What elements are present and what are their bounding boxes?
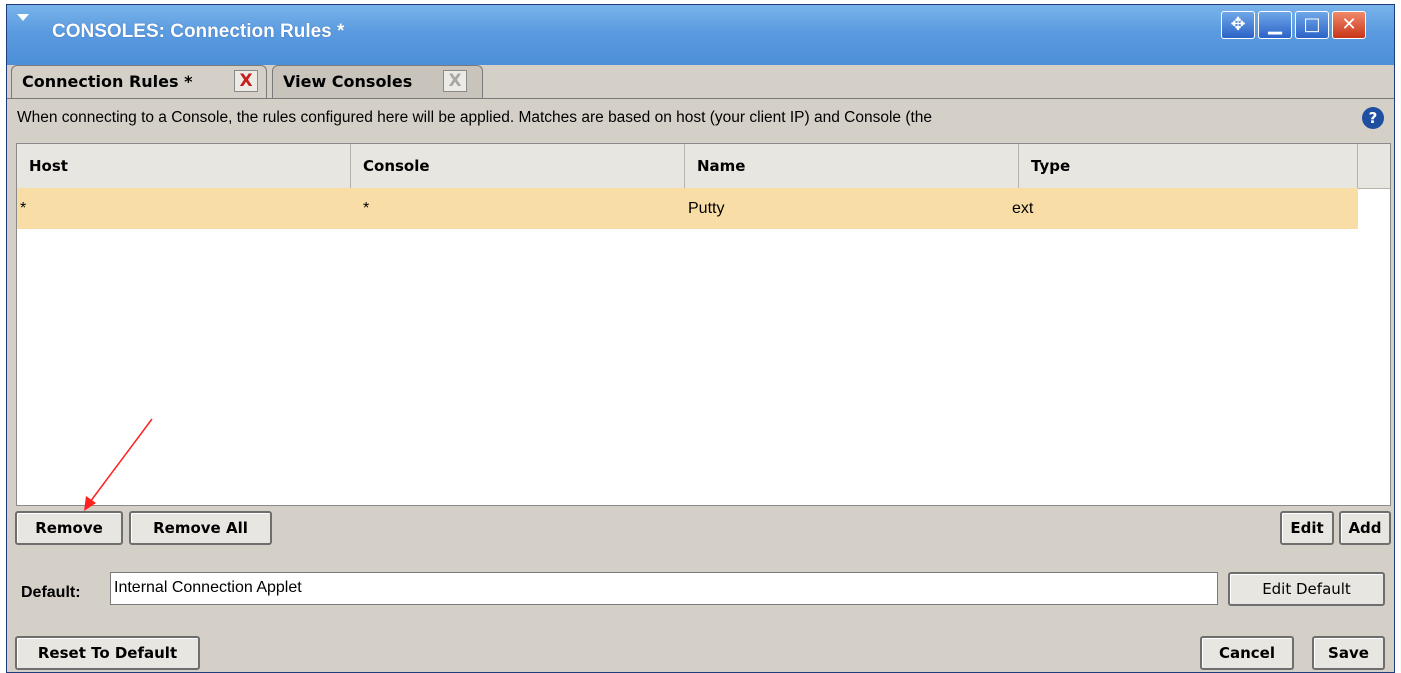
- maximize-icon[interactable]: □: [1295, 11, 1329, 39]
- table-row[interactable]: * * Putty ext: [17, 188, 1358, 229]
- tab-connection-rules-label: Connection Rules *: [22, 72, 193, 91]
- cell-host: *: [20, 200, 27, 217]
- column-header-type[interactable]: Type: [1019, 144, 1358, 188]
- tab-view-consoles[interactable]: View Consoles X: [272, 65, 483, 98]
- default-label: Default:: [21, 584, 81, 601]
- cancel-button[interactable]: Cancel: [1200, 636, 1294, 670]
- window-menu-arrow-icon[interactable]: [17, 14, 29, 21]
- save-button[interactable]: Save: [1312, 636, 1385, 670]
- tab-content-divider: [7, 98, 1394, 99]
- minimize-icon[interactable]: ▁: [1258, 11, 1292, 39]
- move-icon[interactable]: ✥: [1221, 11, 1255, 39]
- window-titlebar[interactable]: CONSOLES: Connection Rules * ✥ ▁ □ ✕: [7, 5, 1394, 65]
- remove-button[interactable]: Remove: [15, 511, 123, 545]
- add-button[interactable]: Add: [1339, 511, 1391, 545]
- tab-connection-rules-close-icon[interactable]: X: [234, 70, 258, 92]
- consoles-window: CONSOLES: Connection Rules * ✥ ▁ □ ✕ Con…: [6, 4, 1395, 673]
- close-window-icon[interactable]: ✕: [1332, 11, 1366, 39]
- cell-console: *: [363, 200, 370, 217]
- tab-view-consoles-close-icon[interactable]: X: [443, 70, 467, 92]
- tab-connection-rules[interactable]: Connection Rules * X: [11, 65, 267, 99]
- column-header-console[interactable]: Console: [351, 144, 685, 188]
- window-title: CONSOLES: Connection Rules *: [52, 21, 345, 42]
- cell-type: ext: [1012, 200, 1034, 217]
- tab-view-consoles-label: View Consoles: [283, 72, 413, 91]
- description-text: When connecting to a Console, the rules …: [17, 109, 933, 126]
- remove-all-button[interactable]: Remove All: [129, 511, 272, 545]
- table-header: Host Console Name Type: [17, 144, 1390, 189]
- column-header-name[interactable]: Name: [685, 144, 1019, 188]
- connection-rules-table: Host Console Name Type * * Putty ext: [16, 143, 1391, 506]
- column-header-host[interactable]: Host: [17, 144, 351, 188]
- edit-button[interactable]: Edit: [1280, 511, 1334, 545]
- reset-to-default-button[interactable]: Reset To Default: [15, 636, 200, 670]
- help-icon[interactable]: ?: [1362, 107, 1384, 129]
- cell-name: Putty: [688, 200, 725, 217]
- edit-default-button[interactable]: Edit Default: [1228, 572, 1385, 606]
- default-connection-field[interactable]: Internal Connection Applet: [110, 572, 1218, 605]
